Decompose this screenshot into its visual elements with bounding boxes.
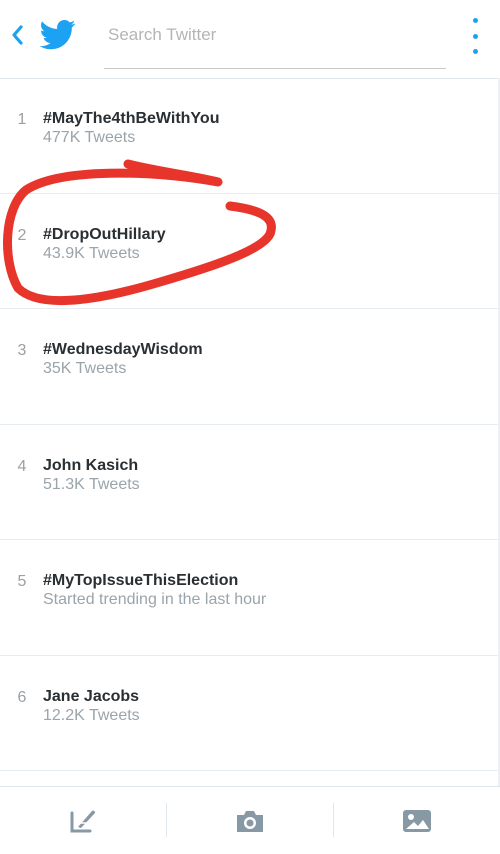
trend-row[interactable]: 3 #WednesdayWisdom 35K Tweets [0, 309, 500, 425]
trend-detail: Started trending in the last hour [43, 591, 267, 608]
trend-rank: 6 [17, 688, 27, 706]
overflow-menu-button[interactable] [464, 18, 486, 54]
vertical-dots-icon-dot [472, 33, 478, 39]
search-field-container [104, 14, 446, 69]
trend-name: #DropOutHillary [43, 225, 166, 243]
trend-row[interactable]: 2 #DropOutHillary 43.9K Tweets [0, 194, 500, 309]
twitter-bird-icon [40, 20, 76, 50]
trend-row[interactable]: 1 #MayThe4thBeWithYou 477K Tweets [0, 78, 500, 194]
trend-detail: 477K Tweets [43, 129, 136, 146]
trend-rank: 1 [17, 111, 27, 128]
vertical-dots-icon [472, 18, 478, 23]
trend-name: #WednesdayWisdom [43, 341, 203, 358]
camera-icon [237, 810, 263, 832]
trends-list: 1 #MayThe4thBeWithYou 477K Tweets 2 #Dro… [0, 78, 500, 771]
trend-rank: 5 [17, 573, 27, 590]
trend-name: #MayThe4thBeWithYou [43, 110, 220, 127]
trend-rank: 2 [17, 226, 27, 244]
trend-name: Jane Jacobs [43, 687, 140, 705]
compose-button[interactable] [0, 787, 166, 854]
trend-row[interactable]: 5 #MyTopIssueThisElection Started trendi… [0, 540, 500, 656]
trend-name: John Kasich [43, 456, 139, 474]
trend-rank: 4 [17, 457, 27, 475]
trend-detail: 43.9K Tweets [43, 244, 140, 262]
top-app-bar [0, 0, 500, 79]
back-button[interactable] [4, 20, 30, 50]
trend-detail: 51.3K Tweets [43, 475, 140, 493]
chevron-left-icon [12, 25, 23, 45]
camera-button[interactable] [167, 787, 333, 854]
image-icon [403, 809, 431, 832]
trend-detail: 35K Tweets [43, 360, 127, 377]
vertical-dots-icon-dot [472, 49, 478, 54]
trend-row[interactable]: 4 John Kasich 51.3K Tweets [0, 425, 500, 540]
compose-icon [70, 810, 95, 832]
trend-row[interactable]: 6 Jane Jacobs 12.2K Tweets [0, 656, 500, 771]
search-input[interactable] [108, 20, 438, 50]
bottom-action-bar [0, 786, 500, 854]
trend-detail: 12.2K Tweets [43, 706, 140, 724]
trend-rank: 3 [17, 342, 27, 359]
image-button[interactable] [334, 787, 500, 854]
trend-name: #MyTopIssueThisElection [43, 572, 239, 589]
